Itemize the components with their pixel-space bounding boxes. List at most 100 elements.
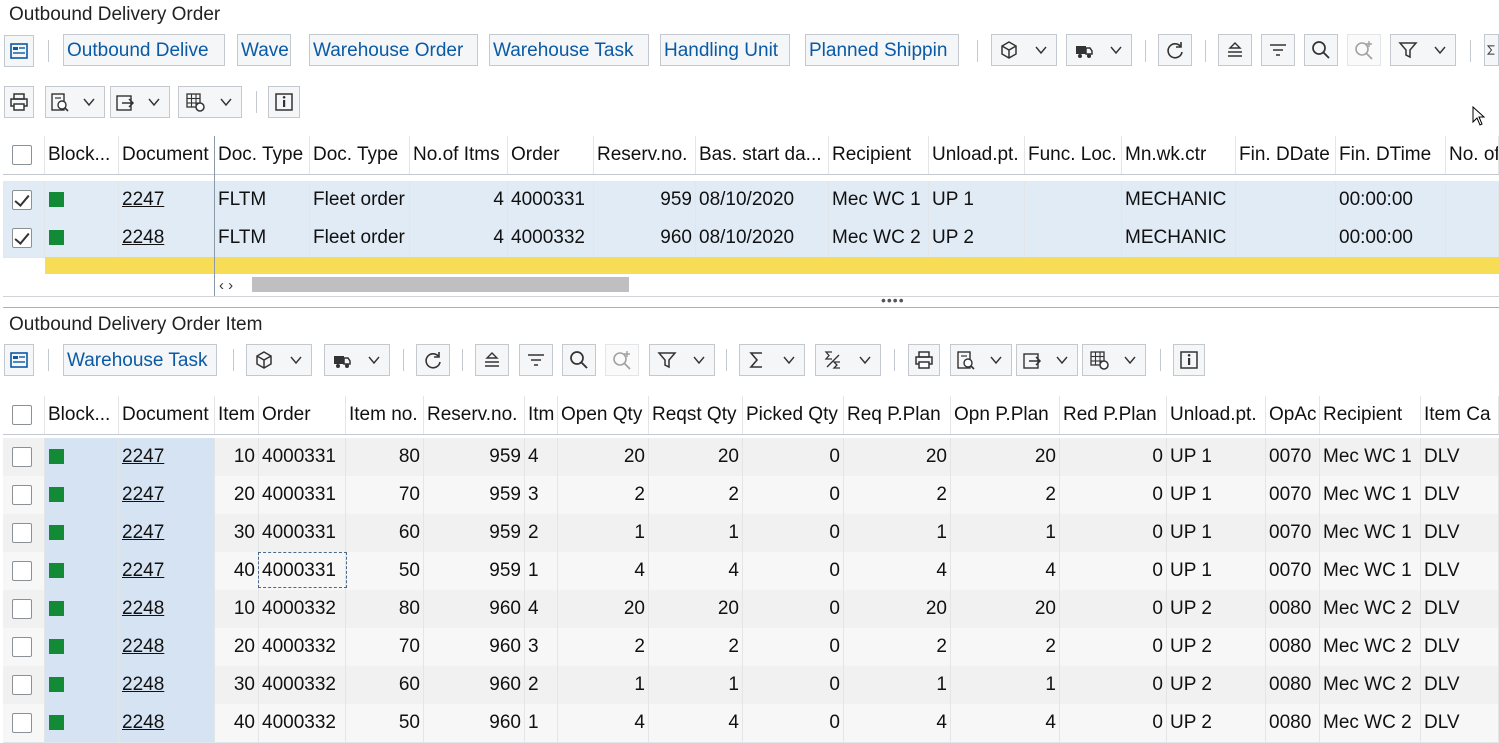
column-header[interactable]: Bas. start da... — [696, 136, 829, 174]
column-header[interactable]: No.of Itms — [410, 136, 508, 174]
column-header[interactable]: Picked Qty — [743, 396, 844, 434]
document-link-cell[interactable]: 2247 — [119, 476, 215, 514]
select-all-checkbox[interactable] — [12, 405, 32, 425]
grid-settings-button[interactable] — [178, 86, 210, 118]
column-header[interactable]: No. of — [1446, 136, 1499, 174]
column-header[interactable]: OpAc — [1266, 396, 1320, 434]
refresh-button[interactable] — [416, 344, 450, 376]
table-row[interactable]: 2248 30 4000332 60 960 2 1 1 0 1 1 0 UP 2 0080 Mec WC … — [3, 666, 1499, 705]
row-selector[interactable] — [3, 219, 45, 257]
row-checkbox[interactable] — [12, 675, 32, 695]
search-button[interactable] — [1304, 34, 1338, 66]
column-header[interactable]: Mn.wk.ctr — [1122, 136, 1236, 174]
column-header[interactable]: Opn P.Plan — [951, 396, 1060, 434]
document-link[interactable]: 2248 — [122, 227, 164, 248]
layout-button[interactable] — [4, 344, 34, 376]
column-header[interactable]: Item Ca — [1421, 396, 1499, 434]
truck-button[interactable] — [324, 344, 358, 376]
select-all-checkbox[interactable] — [12, 145, 32, 165]
column-header[interactable]: Reserv.no. — [424, 396, 525, 434]
column-header[interactable]: Fin. DDate — [1236, 136, 1336, 174]
document-link-cell[interactable]: 2248 — [119, 704, 215, 742]
grid-settings-dropdown-button[interactable] — [210, 86, 242, 118]
filter-button[interactable] — [649, 344, 683, 376]
sum-button[interactable] — [1484, 34, 1499, 66]
view-button[interactable] — [950, 344, 980, 376]
document-link-cell[interactable]: 2247 — [119, 514, 215, 552]
column-header[interactable]: Func. Loc. — [1025, 136, 1122, 174]
row-selector[interactable] — [3, 628, 45, 666]
row-checkbox[interactable] — [12, 523, 32, 543]
column-header[interactable]: Item no. — [346, 396, 424, 434]
subtotal-dropdown-button[interactable] — [849, 344, 881, 376]
document-link[interactable]: 2247 — [122, 189, 164, 210]
column-header[interactable]: Document — [119, 136, 215, 174]
filter-lines-button[interactable] — [519, 344, 553, 376]
column-header[interactable]: Unload.pt. — [929, 136, 1025, 174]
handling-unit-button[interactable]: Handling Unit — [660, 34, 790, 66]
box-button[interactable] — [246, 344, 280, 376]
truck-dropdown-button[interactable] — [358, 344, 390, 376]
document-link[interactable]: 2248 — [122, 674, 164, 695]
row-selector[interactable] — [3, 590, 45, 628]
column-header[interactable]: Itm — [525, 396, 558, 434]
document-link[interactable]: 2247 — [122, 522, 164, 543]
box-dropdown-button[interactable] — [1025, 34, 1057, 66]
horizontal-scrollbar[interactable] — [252, 277, 629, 292]
print-button[interactable] — [4, 86, 34, 118]
select-all-cell[interactable] — [3, 136, 45, 174]
layout-button[interactable] — [4, 35, 34, 67]
warehouse-task-button[interactable]: Warehouse Task — [489, 34, 649, 66]
table-row[interactable]: 2248 10 4000332 80 960 4 20 20 0 20 20 0 UP 2 0080 Mec… — [3, 590, 1499, 629]
column-header[interactable]: Red P.Plan — [1060, 396, 1167, 434]
row-selector[interactable] — [3, 704, 45, 742]
row-selector[interactable] — [3, 438, 45, 476]
row-checkbox[interactable] — [12, 713, 32, 733]
table-row[interactable]: 2248 40 4000332 50 960 1 4 4 0 4 4 0 UP 2 0080 Mec WC … — [3, 704, 1499, 743]
table-row[interactable]: 2247 FLTM Fleet order 4 4000331 959 08/10/2020… — [3, 181, 1499, 220]
document-link[interactable]: 2248 — [122, 636, 164, 657]
box-dropdown-button[interactable] — [280, 344, 312, 376]
scroll-arrows[interactable]: ‹ › — [219, 277, 233, 294]
row-selector[interactable] — [3, 514, 45, 552]
sum-dropdown-button[interactable] — [773, 344, 805, 376]
search-plus-button[interactable] — [1347, 34, 1381, 66]
column-header[interactable]: Doc. Type — [310, 136, 410, 174]
filter-dropdown-button[interactable] — [683, 344, 715, 376]
row-checkbox[interactable] — [12, 447, 32, 467]
subtotal-button[interactable] — [815, 344, 849, 376]
column-header[interactable]: Reserv.no. — [594, 136, 696, 174]
column-header[interactable]: Open Qty — [558, 396, 649, 434]
document-link-cell[interactable]: 2247 — [119, 552, 215, 590]
column-header[interactable]: Recipient — [829, 136, 929, 174]
view-button[interactable] — [45, 86, 73, 118]
row-checkbox[interactable] — [12, 228, 32, 248]
filter-dropdown-button[interactable] — [1424, 34, 1456, 66]
table-row[interactable]: 2248 FLTM Fleet order 4 4000332 960 08/10/2020… — [3, 219, 1499, 258]
truck-button[interactable] — [1066, 34, 1100, 66]
planned-shippin-button[interactable]: Planned Shippin — [805, 34, 959, 66]
row-checkbox[interactable] — [12, 637, 32, 657]
truck-dropdown-button[interactable] — [1100, 34, 1132, 66]
row-selector[interactable] — [3, 476, 45, 514]
column-header[interactable]: Doc. Type — [215, 136, 310, 174]
row-selector[interactable] — [3, 552, 45, 590]
column-header[interactable]: Recipient — [1320, 396, 1421, 434]
sort-button[interactable] — [1218, 34, 1252, 66]
wave-button[interactable]: Wave — [237, 34, 291, 66]
column-header[interactable]: Reqst Qty — [649, 396, 743, 434]
row-checkbox[interactable] — [12, 599, 32, 619]
column-header[interactable]: Block... — [45, 136, 119, 174]
grid-settings-button[interactable] — [1082, 344, 1114, 376]
column-header[interactable]: Req P.Plan — [844, 396, 951, 434]
info-button[interactable] — [1173, 344, 1205, 376]
document-link-cell[interactable]: 2247 — [119, 438, 215, 476]
search-button[interactable] — [562, 344, 596, 376]
warehouse-order-button[interactable]: Warehouse Order — [309, 34, 478, 66]
sort-button[interactable] — [475, 344, 509, 376]
table-row[interactable]: 2247 30 4000331 60 959 2 1 1 0 1 1 0 UP 1 0070 Mec WC … — [3, 514, 1499, 553]
row-checkbox[interactable] — [12, 485, 32, 505]
search-plus-button[interactable] — [605, 344, 639, 376]
view-dropdown-button[interactable] — [980, 344, 1012, 376]
column-header[interactable]: Block... — [45, 396, 119, 434]
